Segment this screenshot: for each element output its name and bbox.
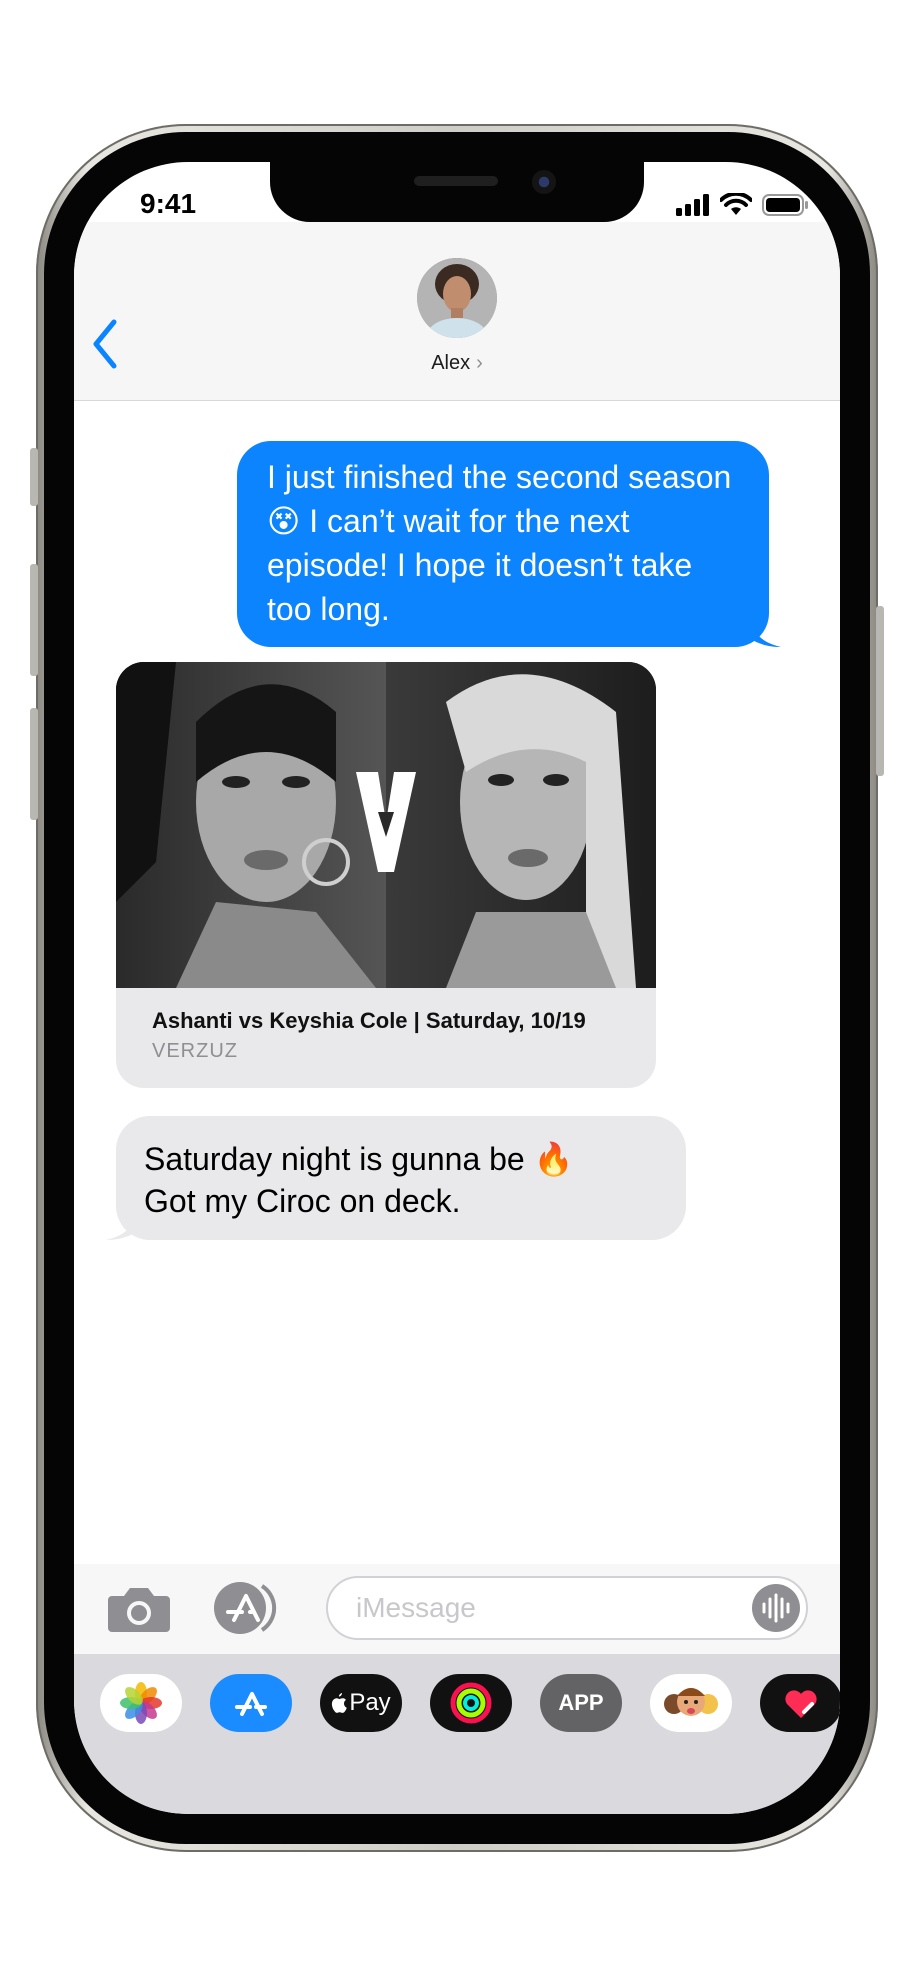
avatar-portrait xyxy=(417,258,497,338)
message-line: Got my Ciroc on deck. xyxy=(144,1183,461,1219)
front-camera xyxy=(532,170,556,194)
message-line: too long. xyxy=(267,591,390,627)
app-store-app-button[interactable] xyxy=(210,1674,292,1732)
audio-message-button[interactable] xyxy=(752,1584,800,1632)
wifi-icon xyxy=(720,193,752,215)
contact-chevron-icon: › xyxy=(476,352,483,374)
app-drawer: Pay APP xyxy=(74,1654,840,1814)
compose-bar: iMessage xyxy=(74,1564,840,1654)
message-input[interactable]: iMessage xyxy=(326,1576,808,1640)
apple-pay-button[interactable]: Pay xyxy=(320,1674,402,1732)
battery-icon xyxy=(762,194,808,216)
volume-up-button xyxy=(30,564,38,676)
bubble-tail xyxy=(751,621,781,647)
contact-name-row[interactable]: Alex › xyxy=(74,352,840,375)
link-domain: VERZUZ xyxy=(152,1040,238,1062)
status-time: 9:41 xyxy=(140,188,197,219)
message-line: episode! I hope it doesn’t take xyxy=(267,547,693,583)
memoji-app-button[interactable] xyxy=(650,1674,732,1732)
app-label: APP xyxy=(558,1690,604,1715)
activity-icon xyxy=(450,1682,492,1724)
silent-switch xyxy=(30,448,38,506)
earpiece-speaker xyxy=(414,176,498,186)
signal-icon xyxy=(676,194,709,216)
link-preview-card[interactable]: Ashanti vs Keyshia Cole | Saturday, 10/1… xyxy=(116,662,656,1088)
status-icons xyxy=(676,192,810,218)
digital-touch-icon xyxy=(785,1690,817,1718)
message-line: 😵 I can’t wait for the next xyxy=(267,503,630,539)
incoming-message-bubble[interactable]: Saturday night is gunna be 🔥 Got my Ciro… xyxy=(106,1116,686,1240)
apple-logo-icon xyxy=(332,1693,348,1713)
app-button[interactable]: APP xyxy=(540,1674,622,1732)
side-button xyxy=(876,606,884,776)
phone-screen: 9:41 Alex › I just finished the second s… xyxy=(74,162,840,1814)
message-line: I just finished the second season xyxy=(267,459,732,495)
link-title: Ashanti vs Keyshia Cole | Saturday, 10/1… xyxy=(152,1008,586,1033)
message-input-placeholder: iMessage xyxy=(356,1592,476,1623)
waveform-icon xyxy=(762,1593,790,1623)
photos-app-button[interactable] xyxy=(100,1674,182,1732)
outgoing-message-bubble[interactable]: I just finished the second season 😵 I ca… xyxy=(237,441,781,647)
bubble-tail xyxy=(106,1214,136,1240)
digital-touch-app-button[interactable] xyxy=(760,1674,840,1732)
volume-down-button xyxy=(30,708,38,820)
message-line: Saturday night is gunna be 🔥 xyxy=(144,1141,574,1177)
app-store-button-icon[interactable] xyxy=(212,1580,286,1636)
camera-icon[interactable] xyxy=(106,1584,172,1634)
app-store-icon xyxy=(235,1692,267,1716)
link-preview-image xyxy=(116,662,656,988)
contact-name: Alex xyxy=(431,352,471,374)
contact-avatar[interactable] xyxy=(417,258,497,338)
apple-pay-label: Pay xyxy=(349,1689,391,1716)
photos-icon xyxy=(120,1682,162,1724)
activity-app-button[interactable] xyxy=(430,1674,512,1732)
notch xyxy=(270,162,644,222)
memoji-icon xyxy=(664,1688,718,1716)
